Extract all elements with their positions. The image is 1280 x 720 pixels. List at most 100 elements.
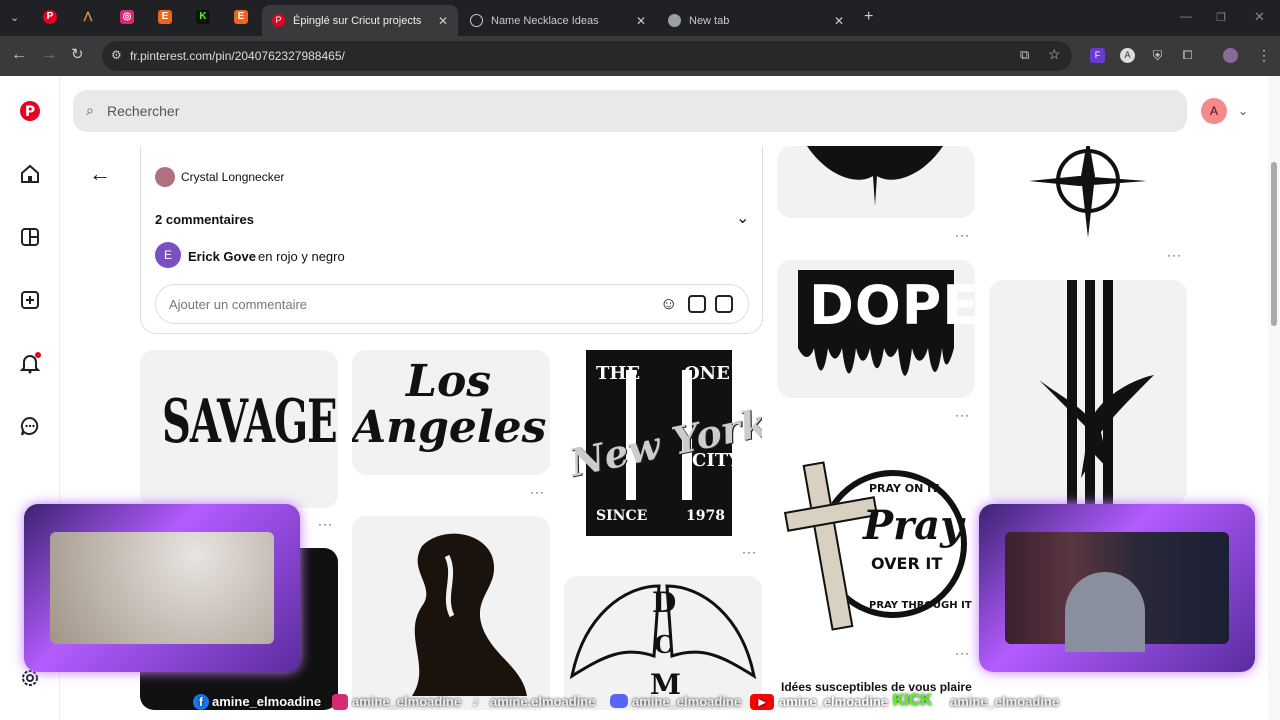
comment-author[interactable]: Erick Gove	[188, 249, 256, 264]
one-text: ONE	[684, 363, 730, 384]
search-icon: ⌕	[86, 102, 94, 118]
pin-dope[interactable]: DOPE	[777, 260, 975, 398]
back-arrow-icon[interactable]: ←	[89, 161, 111, 187]
browser-toolbar: ← → ↻ ⚙ fr.pinterest.com/pin/20407623279…	[0, 36, 1280, 76]
pin-new-york[interactable]: THE ONE New York CITY SINCE 1978	[564, 350, 762, 536]
the-text: THE	[596, 363, 641, 384]
back-icon[interactable]: ←	[11, 47, 27, 63]
pin-pray-over-it[interactable]: PRAY ON IT Pray OVER IT PRAY THROUGH IT	[777, 440, 975, 636]
pray-script-text: Pray	[863, 502, 964, 549]
pin-bird-stripes[interactable]	[989, 280, 1187, 504]
pin-more-icon[interactable]: ···	[955, 646, 970, 660]
chrome-icon	[668, 14, 681, 27]
pinterest-logo-icon[interactable]: P	[19, 100, 41, 122]
pin-compass[interactable]	[989, 146, 1187, 238]
install-app-icon[interactable]: ⧉	[1020, 47, 1029, 63]
search-bar[interactable]: ⌕ Rechercher	[73, 90, 1187, 132]
webcam-frame-right	[979, 504, 1255, 672]
pin-author[interactable]: Crystal Longnecker	[181, 170, 284, 184]
tab-name-necklace[interactable]: Name Necklace Ideas ✕	[460, 5, 656, 36]
close-icon[interactable]: ✕	[834, 14, 844, 28]
close-icon[interactable]: ✕	[636, 14, 646, 28]
facebook-handle: amine_elmoadine	[212, 694, 322, 709]
pin-savage[interactable]: SAVAGE	[140, 350, 338, 508]
comment-placeholder: Ajouter un commentaire	[169, 297, 308, 312]
tab-new-tab[interactable]: New tab ✕	[658, 5, 854, 36]
comment-input[interactable]: Ajouter un commentaire ☺	[155, 284, 749, 324]
bookmark-star-icon[interactable]: ☆	[1048, 46, 1061, 63]
browser-menu-icon[interactable]: ⋮	[1257, 47, 1271, 63]
tab-m-logo-icon[interactable]: ⋀	[81, 10, 95, 24]
pin-more-icon[interactable]: ···	[1167, 248, 1182, 262]
page-scrollbar[interactable]	[1268, 76, 1280, 720]
messages-icon[interactable]	[19, 415, 41, 437]
search-input[interactable]: Rechercher	[107, 103, 179, 119]
city-text: CITY	[692, 450, 741, 471]
pin-los-angeles[interactable]: Los Angeles	[352, 350, 550, 475]
window-close-icon[interactable]: ✕	[1254, 9, 1265, 25]
pin-more-icon[interactable]: ···	[530, 485, 545, 499]
reload-icon[interactable]: ↻	[71, 47, 84, 63]
image-upload-icon[interactable]	[715, 295, 733, 313]
profile-avatar-icon[interactable]	[1223, 48, 1238, 63]
pin-more-icon[interactable]: ···	[955, 408, 970, 422]
extension-shield-icon[interactable]: ⛨	[1150, 48, 1165, 63]
chatgpt-icon	[470, 14, 483, 27]
year-text: 1978	[686, 508, 725, 524]
tab-kick-icon[interactable]: K	[196, 10, 210, 24]
figure-illustration	[412, 533, 527, 696]
commenter-avatar[interactable]: E	[155, 242, 181, 268]
account-chevron-down-icon[interactable]: ⌄	[1238, 104, 1248, 118]
address-bar[interactable]: ⚙ fr.pinterest.com/pin/2040762327988465/…	[102, 41, 1072, 71]
site-info-icon[interactable]: ⚙	[111, 48, 122, 62]
emoji-icon[interactable]: ☺	[660, 294, 677, 314]
pin-wings-emblem[interactable]	[777, 146, 975, 218]
tab-pinterest-icon[interactable]: P	[43, 10, 57, 24]
streamer-silhouette	[1065, 572, 1145, 652]
tab-etsy-icon[interactable]: E	[158, 10, 172, 24]
browser-tab-bar: ⌄ P ⋀ ◎ E K E P Épinglé sur Cricut proje…	[0, 0, 1280, 36]
tab-list-icon[interactable]: ⌄	[10, 10, 19, 26]
tab-instagram-icon[interactable]: ◎	[120, 10, 134, 24]
bird-illustration	[1039, 375, 1154, 478]
pin-more-icon[interactable]: ···	[955, 228, 970, 242]
home-icon[interactable]	[19, 163, 41, 185]
new-tab-icon[interactable]: +	[864, 9, 873, 25]
pin-more-icon[interactable]: ···	[318, 517, 333, 531]
scrollbar-thumb[interactable]	[1271, 162, 1277, 326]
over-it-text: OVER IT	[871, 554, 943, 573]
restore-icon[interactable]: ❐	[1216, 10, 1226, 26]
extension-a-icon[interactable]: A	[1120, 48, 1135, 63]
explore-icon[interactable]	[19, 226, 41, 248]
savage-text: SAVAGE	[162, 386, 338, 457]
svg-text:P: P	[25, 104, 35, 120]
tab-pinterest-active[interactable]: P Épinglé sur Cricut projects ✕	[262, 5, 458, 36]
pin-dripping-figure[interactable]	[352, 516, 550, 710]
comment-text: en rojo y negro	[258, 249, 345, 264]
pin-more-icon[interactable]: ···	[742, 545, 757, 559]
webcam-feed-right	[1005, 532, 1229, 652]
chevron-down-icon[interactable]: ⌄	[736, 208, 749, 228]
comments-header[interactable]: 2 commentaires	[155, 212, 254, 227]
extension-f-icon[interactable]: F	[1090, 48, 1105, 63]
webcam-frame-left	[24, 504, 300, 672]
discord-icon	[610, 694, 628, 708]
user-avatar[interactable]: A	[1201, 98, 1227, 124]
extensions-puzzle-icon[interactable]: ⧠	[1180, 48, 1195, 63]
pray-bottom-text: PRAY THROUGH IT	[869, 600, 972, 611]
tab-title: Name Necklace Ideas	[491, 14, 599, 27]
forward-icon[interactable]: →	[41, 47, 57, 63]
sticker-icon[interactable]	[688, 295, 706, 313]
tiktok-handle: amine.elmoadine	[490, 694, 596, 709]
tab-title: New tab	[689, 14, 730, 27]
create-icon[interactable]	[19, 289, 41, 311]
youtube-icon: ▶	[750, 694, 774, 710]
notifications-bell-icon[interactable]	[19, 352, 41, 374]
los-text: Los	[406, 356, 492, 407]
tiktok-icon: ♪	[472, 693, 479, 709]
tab-etsy-icon-2[interactable]: E	[234, 10, 248, 24]
close-icon[interactable]: ✕	[438, 14, 448, 28]
minimize-icon[interactable]: —	[1180, 8, 1192, 24]
pin-details-card: Crystal Longnecker 2 commentaires ⌄ E Er…	[140, 146, 763, 334]
author-avatar[interactable]	[155, 167, 175, 187]
